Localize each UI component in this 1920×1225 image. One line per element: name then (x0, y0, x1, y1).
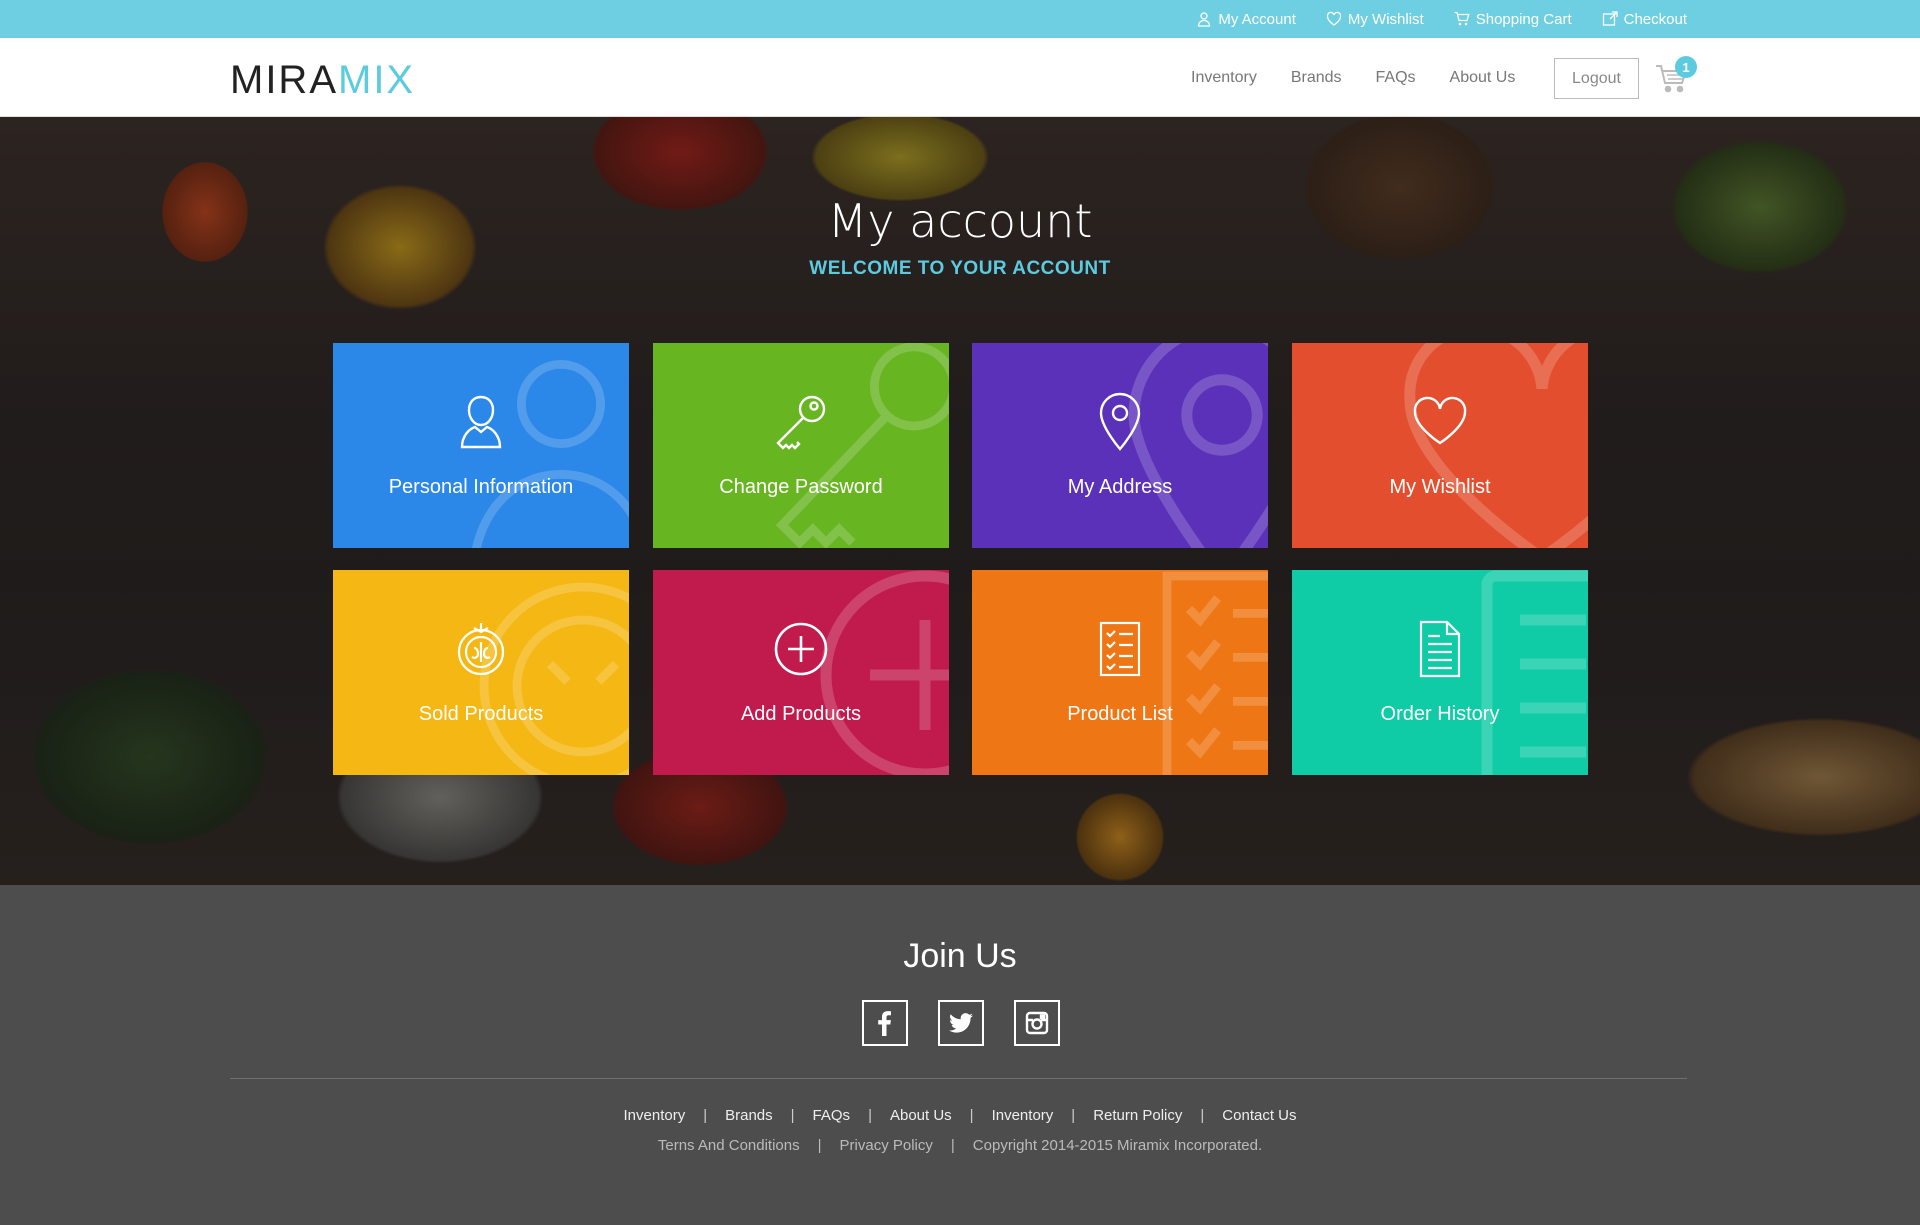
document-icon (1419, 620, 1461, 678)
checkout-icon (1602, 11, 1618, 26)
logout-button[interactable]: Logout (1554, 58, 1639, 99)
my-account-link[interactable]: My Account (1196, 11, 1296, 28)
top-links: My Account My Wishlist Shopping Cart Che… (1196, 0, 1687, 38)
footer-link-faqs[interactable]: FAQs (813, 1107, 851, 1124)
tile-add-products[interactable]: Add Products (653, 570, 949, 775)
tile-change-password[interactable]: Change Password (653, 343, 949, 548)
shopping-cart-link[interactable]: Shopping Cart (1454, 11, 1572, 28)
tile-my-address[interactable]: My Address (972, 343, 1268, 548)
facebook-link[interactable] (862, 1000, 908, 1046)
tile-label: Order History (1380, 703, 1500, 725)
checkout-label: Checkout (1623, 10, 1687, 28)
my-wishlist-link[interactable]: My Wishlist (1326, 11, 1424, 28)
tile-product-list[interactable]: Product List (972, 570, 1268, 775)
twitter-icon (949, 1013, 973, 1033)
footer-link-brands[interactable]: Brands (725, 1107, 773, 1124)
footer-link-contact-us[interactable]: Contact Us (1222, 1107, 1296, 1124)
key-icon (776, 395, 826, 450)
heart-icon (1413, 396, 1467, 445)
page-title: My account (827, 194, 1093, 248)
user-icon (460, 395, 502, 449)
facebook-icon (878, 1011, 891, 1036)
nav-faqs[interactable]: FAQs (1376, 69, 1416, 87)
plus-circle-icon (774, 622, 828, 676)
shopping-cart-label: Shopping Cart (1475, 10, 1572, 28)
logo-text-mix: MIX (338, 58, 416, 102)
hero-section: My account WELCOME TO YOUR ACCOUNT Perso… (0, 117, 1920, 885)
nav-about-us[interactable]: About Us (1450, 69, 1516, 87)
footer-link-privacy[interactable]: Privacy Policy (840, 1137, 933, 1154)
cart-button[interactable]: 1 (1655, 56, 1697, 94)
my-wishlist-label: My Wishlist (1347, 10, 1424, 28)
footer-link-return-policy[interactable]: Return Policy (1093, 1107, 1182, 1124)
checkout-link[interactable]: Checkout (1602, 11, 1687, 28)
social-links (862, 1000, 1060, 1046)
user-icon (1198, 12, 1211, 27)
tile-sold-products[interactable]: Sold Products (333, 570, 629, 775)
footer-legal: Terns And Conditions | Privacy Policy | Co… (657, 1137, 1263, 1154)
twitter-link[interactable] (938, 1000, 984, 1046)
instagram-icon (1025, 1011, 1049, 1035)
footer-link-inventory[interactable]: Inventory (624, 1107, 686, 1124)
instagram-link[interactable] (1014, 1000, 1060, 1046)
top-utility-bar: My Account My Wishlist Shopping Cart Che… (0, 0, 1920, 38)
tile-label: Add Products (740, 703, 862, 725)
main-nav: Inventory Brands FAQs About Us (1191, 38, 1515, 117)
tile-label: Sold Products (418, 703, 544, 725)
footer-link-inventory-2[interactable]: Inventory (992, 1107, 1054, 1124)
copyright-text: Copyright 2014-2015 Miramix Incorporated… (972, 1137, 1263, 1154)
nav-brands[interactable]: Brands (1291, 69, 1342, 87)
my-account-label: My Account (1218, 10, 1296, 28)
tomato-icon (457, 623, 505, 676)
footer-links: Inventory | Brands | FAQs | About Us | Inven… (623, 1107, 1297, 1124)
map-pin-icon (1099, 392, 1141, 451)
site-footer: Join Us Inventory | Brands | FAQs | About U… (0, 885, 1920, 1225)
checklist-icon (1099, 621, 1141, 677)
cart-icon (1454, 11, 1470, 26)
footer-divider (230, 1078, 1687, 1079)
page-subtitle: WELCOME TO YOUR ACCOUNT (809, 258, 1111, 279)
tile-label: Personal Information (388, 476, 574, 498)
heart-icon (1326, 11, 1342, 26)
tile-order-history[interactable]: Order History (1292, 570, 1588, 775)
footer-link-terms[interactable]: Terns And Conditions (658, 1137, 800, 1154)
tile-label: Product List (1067, 703, 1173, 725)
join-us-heading: Join Us (903, 937, 1017, 975)
footer-link-about-us[interactable]: About Us (890, 1107, 952, 1124)
miramix-logo[interactable]: MIRAMIX (230, 58, 415, 103)
cart-count-badge: 1 (1675, 56, 1697, 78)
site-header: MIRAMIX Inventory Brands FAQs About Us L… (0, 38, 1920, 117)
tile-label: Change Password (719, 476, 883, 498)
tile-label: My Wishlist (1389, 476, 1491, 498)
tile-my-wishlist[interactable]: My Wishlist (1292, 343, 1588, 548)
tile-label: My Address (1067, 476, 1173, 498)
nav-inventory[interactable]: Inventory (1191, 69, 1257, 87)
tile-personal-information[interactable]: Personal Information (333, 343, 629, 548)
logo-text-mira: MIRA (230, 58, 338, 102)
